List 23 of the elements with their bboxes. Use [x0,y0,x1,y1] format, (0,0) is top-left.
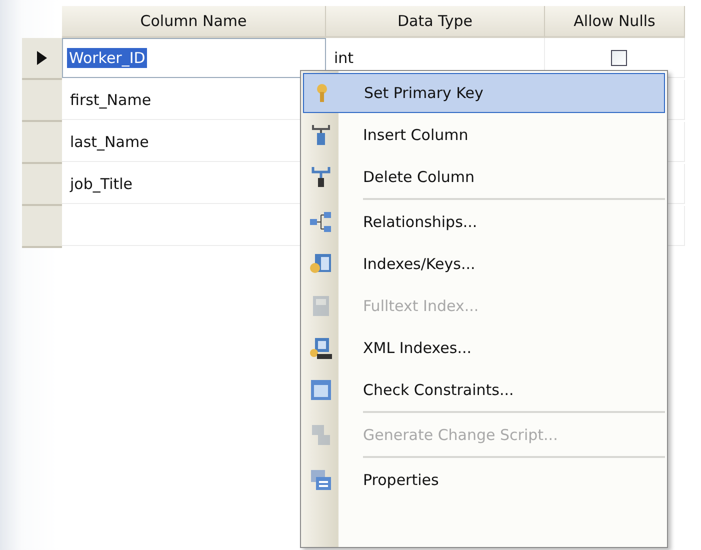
delete-column-icon [311,165,331,189]
menu-item[interactable]: Indexes/Keys... [303,244,665,284]
menu-item[interactable]: XML Indexes... [303,328,665,368]
menu-item[interactable]: Relationships... [303,202,665,242]
window-icon [310,379,332,401]
table-cell[interactable]: Worker_ID [62,38,326,78]
menu-item[interactable]: Properties [303,460,665,500]
insert-column-icon [311,123,331,147]
row-selector[interactable] [22,38,62,80]
fulltext-icon [310,294,332,318]
script-icon [310,423,332,447]
column-header[interactable]: Column Name [62,6,326,38]
column-header[interactable]: Data Type [326,6,545,38]
column-header[interactable]: Allow Nulls [545,6,685,38]
properties-icon [310,469,332,491]
selected-text: Worker_ID [67,48,148,68]
key-table-icon [309,252,333,276]
xml-table-icon [309,336,333,360]
menu-item[interactable]: Set Primary Key [303,73,665,113]
menu-item[interactable]: Check Constraints... [303,370,665,410]
checkbox[interactable] [610,50,626,66]
relationship-icon [309,211,333,233]
key-icon [315,83,329,103]
